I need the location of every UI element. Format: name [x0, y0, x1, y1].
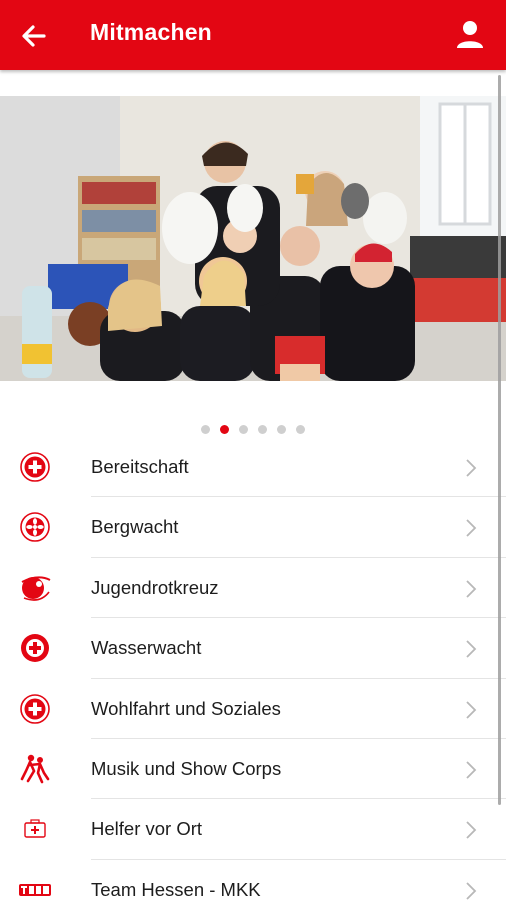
list-item-label: Bereitschaft	[91, 456, 189, 477]
chevron-right-icon	[466, 580, 477, 598]
list-item-label: Wohlfahrt und Soziales	[91, 697, 281, 719]
list-item-label: Jugendrotkreuz	[91, 576, 219, 598]
list-item-label: Bergwacht	[91, 516, 179, 538]
back-button[interactable]	[14, 16, 54, 56]
person-icon	[457, 21, 483, 48]
first-aid-kit-icon	[24, 819, 46, 839]
chevron-right-icon	[466, 700, 477, 719]
chevron-right-icon	[466, 459, 477, 477]
carousel-indicator	[0, 421, 506, 435]
list-item-label: Musik und Show Corps	[91, 757, 282, 779]
carousel-dot-active[interactable]	[220, 425, 229, 435]
list-item-label: Wasserwacht	[91, 637, 202, 659]
dancers-icon	[20, 754, 50, 784]
list-item-bereitschaft[interactable]: Bereitschaft	[0, 437, 506, 498]
list-item-label: Helfer vor Ort	[91, 818, 203, 840]
list-item-wohlfahrt[interactable]: Wohlfahrt und Soziales	[0, 679, 506, 739]
profile-button[interactable]	[452, 17, 488, 53]
app-bar: Mitmachen	[0, 0, 506, 70]
red-cross-badge-icon	[20, 693, 50, 724]
jugendrotkreuz-logo-icon	[21, 576, 51, 601]
list-item-team-hessen-mkk[interactable]: Team Hessen - MKK	[0, 860, 506, 920]
list-item-label: Team Hessen - MKK	[91, 878, 261, 900]
carousel-dot[interactable]	[277, 425, 286, 435]
hero-photo[interactable]	[0, 96, 506, 381]
carousel-dot[interactable]	[258, 425, 267, 435]
red-cross-badge-icon	[20, 452, 50, 482]
chevron-right-icon	[466, 821, 477, 839]
page-title: Mitmachen	[90, 19, 212, 45]
scrollbar[interactable]	[498, 75, 501, 805]
team-logo-icon	[19, 883, 51, 896]
chevron-right-icon	[466, 640, 477, 658]
list-item-musik-show-corps[interactable]: Musik und Show Corps	[0, 739, 506, 800]
chevron-right-icon	[466, 882, 477, 900]
chevron-right-icon	[466, 761, 477, 779]
community-list: Bereitschaft Bergwacht Jugendrotkreuz Wa…	[0, 437, 506, 920]
list-item-wasserwacht[interactable]: Wasserwacht	[0, 618, 506, 679]
list-item-bergwacht[interactable]: Bergwacht	[0, 497, 506, 558]
carousel-dot[interactable]	[239, 425, 248, 435]
carousel-dot[interactable]	[296, 425, 305, 435]
edelweiss-badge-icon	[20, 512, 50, 543]
chevron-right-icon	[466, 519, 477, 538]
list-item-helfer-vor-ort[interactable]: Helfer vor Ort	[0, 799, 506, 860]
wasserwacht-badge-icon	[21, 634, 49, 663]
arrow-left-icon	[22, 25, 46, 47]
carousel-dot[interactable]	[201, 425, 210, 435]
group-photo-image	[0, 96, 506, 381]
list-item-jugendrotkreuz[interactable]: Jugendrotkreuz	[0, 558, 506, 619]
